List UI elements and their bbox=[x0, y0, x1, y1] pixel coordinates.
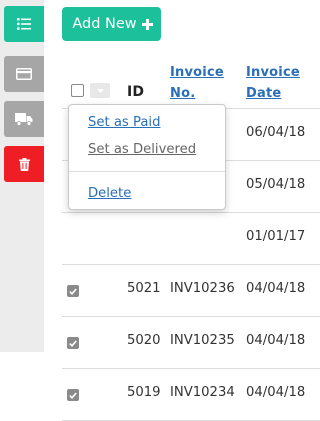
credit-card-icon bbox=[16, 68, 32, 80]
add-new-button[interactable]: Add New bbox=[62, 7, 161, 41]
table-row[interactable]: 5021 INV10236 04/04/18 bbox=[62, 265, 320, 317]
column-header-invoice-line1: Invoice bbox=[170, 65, 224, 80]
column-header-date-line2: Date bbox=[246, 86, 282, 101]
list-icon bbox=[17, 18, 31, 30]
row-invoice-no: INV10234 bbox=[170, 385, 235, 400]
check-icon bbox=[69, 287, 77, 295]
table-row[interactable]: 01/01/17 bbox=[62, 213, 320, 265]
menu-item-set-as-delivered[interactable]: Set as Delivered bbox=[88, 142, 196, 157]
plus-icon bbox=[141, 18, 153, 30]
column-header-invoice-line2: No. bbox=[170, 86, 196, 101]
column-header-date-line1: Invoice bbox=[246, 65, 300, 80]
table-header: ID Invoice No. Invoice Date bbox=[62, 56, 320, 109]
delete-button[interactable] bbox=[4, 146, 44, 182]
row-invoice-date: 06/04/18 bbox=[246, 125, 306, 140]
column-header-invoice-date[interactable]: Invoice Date bbox=[246, 62, 312, 104]
add-new-label: Add New bbox=[72, 16, 137, 32]
bulk-actions-menu: Set as Paid Set as Delivered Delete bbox=[68, 104, 226, 210]
row-checkbox[interactable] bbox=[67, 389, 79, 401]
row-invoice-date: 04/04/18 bbox=[246, 385, 306, 400]
row-invoice-date: 04/04/18 bbox=[246, 333, 306, 348]
row-invoice-date: 05/04/18 bbox=[246, 177, 306, 192]
row-id: 5020 bbox=[127, 333, 161, 348]
menu-item-delete[interactable]: Delete bbox=[88, 186, 131, 201]
check-icon bbox=[69, 339, 77, 347]
caret-down-icon bbox=[96, 88, 104, 93]
column-header-invoice-no[interactable]: Invoice No. bbox=[170, 62, 234, 104]
column-header-id: ID bbox=[127, 84, 145, 100]
payment-button[interactable] bbox=[4, 56, 44, 92]
delivery-button[interactable] bbox=[4, 101, 44, 137]
row-invoice-date: 01/01/17 bbox=[246, 229, 306, 244]
menu-item-set-as-paid[interactable]: Set as Paid bbox=[88, 115, 160, 130]
list-view-button[interactable] bbox=[4, 6, 44, 42]
table-row[interactable]: 5019 INV10234 04/04/18 bbox=[62, 369, 320, 421]
row-invoice-date: 04/04/18 bbox=[246, 281, 306, 296]
row-id: 5021 bbox=[127, 281, 161, 296]
check-icon bbox=[69, 391, 77, 399]
menu-divider bbox=[69, 171, 225, 172]
truck-icon bbox=[15, 112, 33, 126]
row-checkbox[interactable] bbox=[67, 337, 79, 349]
bulk-actions-toggle[interactable] bbox=[90, 83, 110, 98]
row-invoice-no: INV10236 bbox=[170, 281, 235, 296]
select-all-checkbox[interactable] bbox=[71, 84, 84, 97]
row-id: 5019 bbox=[127, 385, 161, 400]
trash-icon bbox=[18, 157, 30, 171]
row-checkbox[interactable] bbox=[67, 285, 79, 297]
table-row[interactable]: 5020 INV10235 04/04/18 bbox=[62, 317, 320, 369]
sidebar bbox=[0, 0, 44, 352]
bulk-select-control[interactable] bbox=[70, 83, 110, 99]
row-invoice-no: INV10235 bbox=[170, 333, 235, 348]
